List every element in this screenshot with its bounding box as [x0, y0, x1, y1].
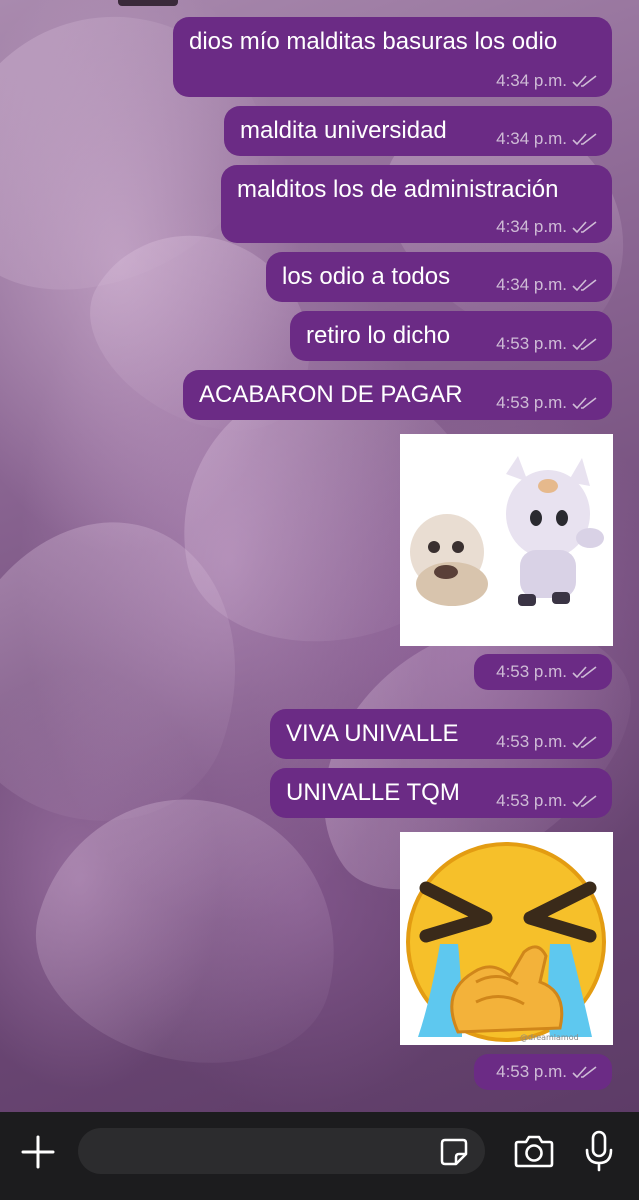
microphone-icon[interactable] — [584, 1130, 614, 1172]
message-input[interactable] — [78, 1128, 485, 1174]
message-text: maldita universidad — [240, 117, 447, 144]
message-text: malditos los de administración — [237, 176, 559, 203]
camera-icon[interactable] — [514, 1134, 554, 1168]
double-check-icon — [572, 75, 597, 88]
message-meta: 4:53 p.m. — [496, 732, 598, 752]
double-check-icon — [572, 133, 597, 146]
message-bubble[interactable]: UNIVALLE TQM 4:53 p.m. — [270, 768, 612, 818]
sticker-timestamp: 4:53 p.m. — [474, 654, 612, 690]
message-time: 4:34 p.m. — [496, 275, 567, 294]
message-meta: 4:53 p.m. — [496, 662, 598, 682]
status-bar-remnant — [118, 0, 178, 6]
message-text: retiro lo dicho — [306, 322, 451, 349]
sticker-icon[interactable] — [439, 1137, 469, 1167]
message-meta: 4:34 p.m. — [496, 217, 598, 237]
message-meta: 4:53 p.m. — [496, 393, 598, 413]
message-time: 4:53 p.m. — [496, 393, 567, 412]
message-text: los odio a todos — [282, 263, 451, 290]
double-check-icon — [572, 795, 597, 808]
message-meta: 4:53 p.m. — [496, 334, 598, 354]
double-check-icon — [572, 338, 597, 351]
message-bubble[interactable]: malditos los de administración 4:34 p.m. — [221, 165, 612, 243]
cartoon-creatures-image — [400, 434, 613, 646]
double-check-icon — [572, 397, 597, 410]
sticker-watermark: @dreamlamod — [520, 1033, 579, 1042]
message-meta: 4:34 p.m. — [496, 275, 598, 295]
message-time: 4:53 p.m. — [496, 334, 567, 353]
message-text: dios mío malditas basuras los odio — [189, 28, 558, 55]
message-bubble[interactable]: ACABARON DE PAGAR 4:53 p.m. — [183, 370, 612, 420]
message-meta: 4:34 p.m. — [496, 129, 598, 149]
crying-emoji-image: @dreamlamod — [400, 832, 613, 1045]
message-time: 4:34 p.m. — [496, 217, 567, 236]
message-bubble[interactable]: maldita universidad 4:34 p.m. — [224, 106, 612, 156]
message-meta: 4:53 p.m. — [496, 1062, 598, 1082]
message-time: 4:53 p.m. — [496, 1062, 567, 1081]
message-time: 4:53 p.m. — [496, 791, 567, 810]
message-bubble[interactable]: dios mío malditas basuras los odio 4:34 … — [173, 17, 612, 97]
message-text: ACABARON DE PAGAR — [199, 381, 463, 408]
double-check-icon — [572, 221, 597, 234]
sticker-two-creatures[interactable] — [400, 434, 613, 646]
message-meta: 4:34 p.m. — [496, 71, 598, 91]
message-text: VIVA UNIVALLE — [286, 720, 459, 747]
sticker-crying-emoji[interactable]: @dreamlamod — [400, 832, 613, 1045]
message-bubble[interactable]: los odio a todos 4:34 p.m. — [266, 252, 612, 302]
message-time: 4:34 p.m. — [496, 129, 567, 148]
double-check-icon — [572, 666, 597, 679]
message-time: 4:53 p.m. — [496, 732, 567, 751]
message-meta: 4:53 p.m. — [496, 791, 598, 811]
message-input-bar — [0, 1112, 639, 1200]
double-check-icon — [572, 736, 597, 749]
message-time: 4:34 p.m. — [496, 71, 567, 90]
message-bubble[interactable]: VIVA UNIVALLE 4:53 p.m. — [270, 709, 612, 759]
sticker-timestamp: 4:53 p.m. — [474, 1054, 612, 1090]
plus-icon[interactable] — [20, 1134, 56, 1170]
message-bubble[interactable]: retiro lo dicho 4:53 p.m. — [290, 311, 612, 361]
message-time: 4:53 p.m. — [496, 662, 567, 681]
message-text: UNIVALLE TQM — [286, 779, 460, 806]
double-check-icon — [572, 1066, 597, 1079]
double-check-icon — [572, 279, 597, 292]
